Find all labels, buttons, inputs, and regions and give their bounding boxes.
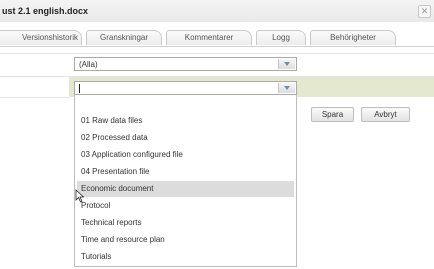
dropdown-option-empty[interactable] — [77, 97, 294, 113]
dropdown-option[interactable]: 04 Presentation file — [77, 164, 294, 180]
window-title: ust 2.1 english.docx — [2, 6, 89, 16]
tab-behorigheter[interactable]: Behörigheter — [310, 30, 396, 45]
dropdown-option-highlighted[interactable]: Economic document — [77, 181, 294, 197]
dropdown-option[interactable]: Protocol — [77, 198, 294, 214]
dropdown-option[interactable]: Technical reports — [77, 215, 294, 231]
dropdown-option[interactable]: Tutorials — [77, 249, 294, 265]
tab-granskningar[interactable]: Granskningar — [86, 30, 162, 45]
tab-versionshistorik[interactable]: Versionshistorik — [0, 30, 82, 45]
close-icon[interactable]: ✕ — [418, 5, 431, 18]
dropdown-option[interactable]: 01 Raw data files — [77, 113, 294, 129]
chevron-down-icon[interactable] — [278, 59, 295, 69]
mouse-pointer-icon — [75, 189, 85, 203]
filter-select-value: (Alla) — [79, 60, 98, 69]
tab-kommentarer[interactable]: Kommentarer — [166, 30, 252, 45]
tab-bar: Versionshistorik Granskningar Kommentare… — [0, 26, 434, 47]
dropdown-option[interactable]: 02 Processed data — [77, 130, 294, 146]
save-button[interactable]: Spara — [311, 107, 354, 122]
text-caret — [79, 84, 80, 93]
category-select[interactable] — [74, 81, 297, 95]
category-row-label-cell — [0, 77, 69, 98]
filter-select[interactable]: (Alla) — [74, 57, 297, 71]
title-bar: ust 2.1 english.docx ✕ — [0, 0, 434, 22]
tab-logg[interactable]: Logg — [256, 30, 306, 45]
cancel-button[interactable]: Avbryt — [361, 107, 410, 122]
chevron-down-icon[interactable] — [278, 83, 295, 93]
dropdown-option[interactable]: 03 Application configured file — [77, 147, 294, 163]
category-dropdown-list: 01 Raw data files 02 Processed data 03 A… — [74, 95, 297, 267]
dropdown-option[interactable]: Time and resource plan — [77, 232, 294, 248]
